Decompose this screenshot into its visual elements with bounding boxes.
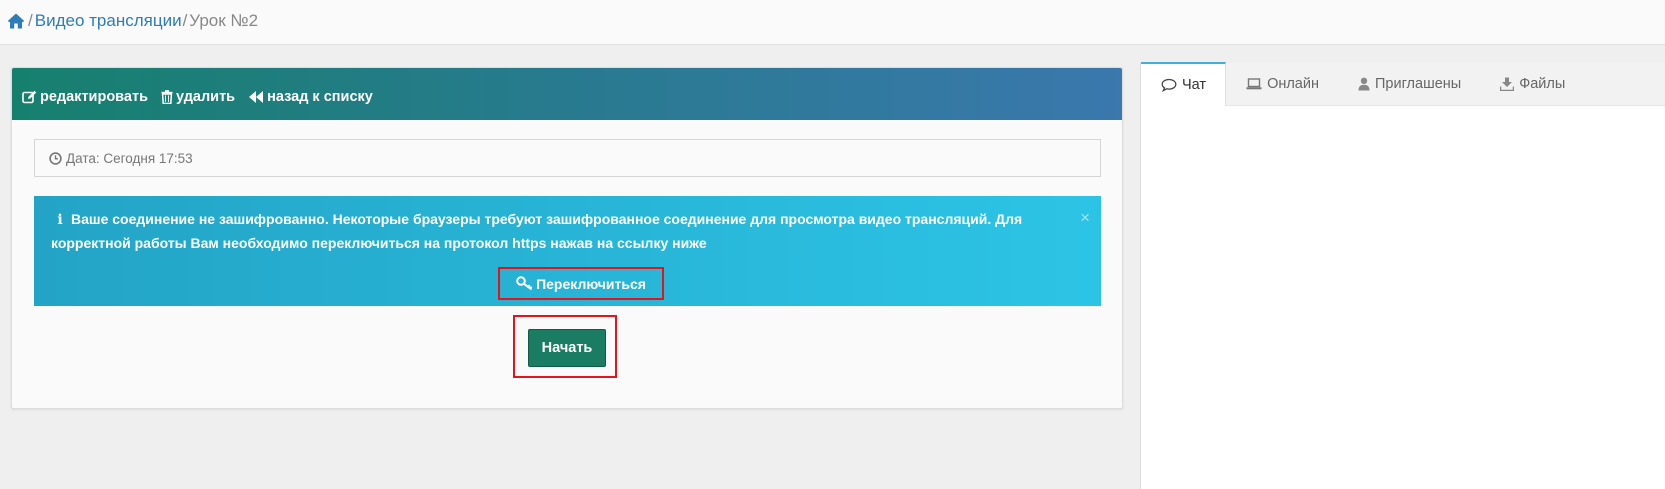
double-chevron-left-icon (249, 91, 264, 103)
breadcrumb-link-video[interactable]: Видео трансляции (35, 10, 182, 32)
laptop-icon (1246, 77, 1262, 89)
start-button[interactable]: Начать (528, 329, 606, 367)
edit-icon (22, 90, 37, 104)
tab-files[interactable]: Файлы (1480, 62, 1584, 105)
edit-label: редактировать (40, 89, 148, 105)
https-warning-alert: i Ваше соединение не зашифрованно. Некото… (34, 196, 1101, 306)
start-highlight: Начать (513, 315, 617, 378)
tab-invited-label: Приглашены (1374, 75, 1462, 92)
switch-protocol-button[interactable]: Переключиться (502, 271, 660, 296)
switch-highlight: Переключиться (498, 267, 664, 300)
breadcrumb-separator: / (182, 11, 188, 30)
alert-text: Ваше соединение не зашифрованно. Некотор… (51, 211, 1023, 251)
tab-invited[interactable]: Приглашены (1338, 62, 1480, 105)
delete-button[interactable]: удалить (161, 89, 235, 105)
breadcrumb: / Видео трансляции / Урок №2 (7, 10, 258, 32)
home-icon[interactable] (7, 12, 25, 30)
date-box: Дата: Сегодня 17:53 (34, 139, 1101, 177)
lesson-panel: редактировать удалить назад к списку Дат… (11, 67, 1123, 409)
back-to-list-button[interactable]: назад к списку (248, 89, 373, 105)
download-icon (1500, 77, 1515, 91)
tab-chat-label: Чат (1182, 77, 1207, 93)
info-icon: i (57, 212, 63, 228)
key-icon (516, 276, 533, 291)
switch-label: Переключиться (536, 275, 646, 292)
tab-files-label: Файлы (1519, 75, 1566, 92)
tab-chat[interactable]: Чат (1141, 62, 1227, 106)
user-icon (1358, 77, 1370, 90)
tab-online[interactable]: Онлайн (1226, 62, 1338, 105)
comment-icon (1161, 78, 1177, 92)
breadcrumb-current: Урок №2 (189, 11, 259, 30)
trash-icon (161, 90, 173, 104)
alert-message: i Ваше соединение не зашифрованно. Некото… (51, 208, 1081, 255)
panel-toolbar: редактировать удалить назад к списку (12, 68, 1122, 120)
side-tabs: Чат Онлайн Приглашены Файлы (1141, 62, 1665, 106)
clock-icon (49, 151, 62, 165)
date-text: Дата: Сегодня 17:53 (66, 150, 193, 166)
delete-label: удалить (175, 89, 236, 105)
edit-button[interactable]: редактировать (22, 89, 148, 105)
close-icon[interactable]: × (1080, 208, 1090, 228)
breadcrumb-separator: / (28, 11, 33, 30)
top-bar: / Видео трансляции / Урок №2 (0, 0, 1665, 45)
side-panel: Чат Онлайн Приглашены Файлы (1140, 62, 1665, 489)
back-label: назад к списку (267, 89, 373, 105)
tab-online-label: Онлайн (1267, 75, 1319, 92)
